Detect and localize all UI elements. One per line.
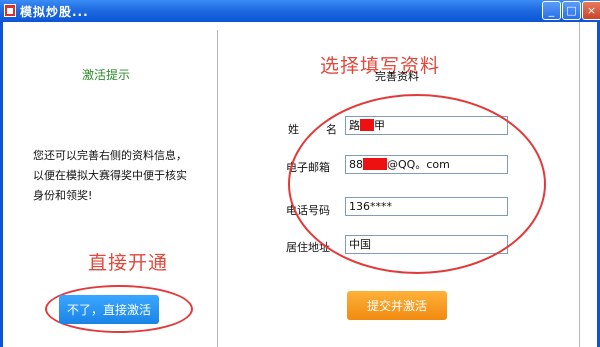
skip-activate-button[interactable]: 不了，直接激活	[59, 295, 159, 324]
highlight-oval-form	[288, 94, 546, 274]
app-icon	[4, 4, 16, 17]
form-title: 完善资料	[375, 70, 419, 83]
window-frame-left	[0, 22, 3, 347]
name-label-surname: 姓	[288, 123, 299, 136]
submit-activate-button[interactable]: 提交并激活	[347, 291, 447, 320]
maximize-button[interactable]: □	[562, 1, 581, 20]
activation-window: 模拟炒股... _ □ × 激活提示 您还可以完善右侧的资料信息，以便在模拟大赛…	[0, 0, 600, 347]
close-button[interactable]: ×	[582, 1, 600, 20]
activation-tip-description: 您还可以完善右侧的资料信息，以便在模拟大赛得奖中便于核实身份和领奖!	[33, 149, 187, 202]
activation-tip-heading: 激活提示	[82, 68, 131, 82]
minimize-button[interactable]: _	[542, 1, 561, 20]
window-title: 模拟炒股...	[20, 5, 89, 19]
title-bar: 模拟炒股... _ □ ×	[0, 0, 600, 22]
panel-divider	[217, 30, 218, 347]
content-border	[579, 22, 580, 347]
annotation-direct-activate: 直接开通	[88, 252, 169, 274]
